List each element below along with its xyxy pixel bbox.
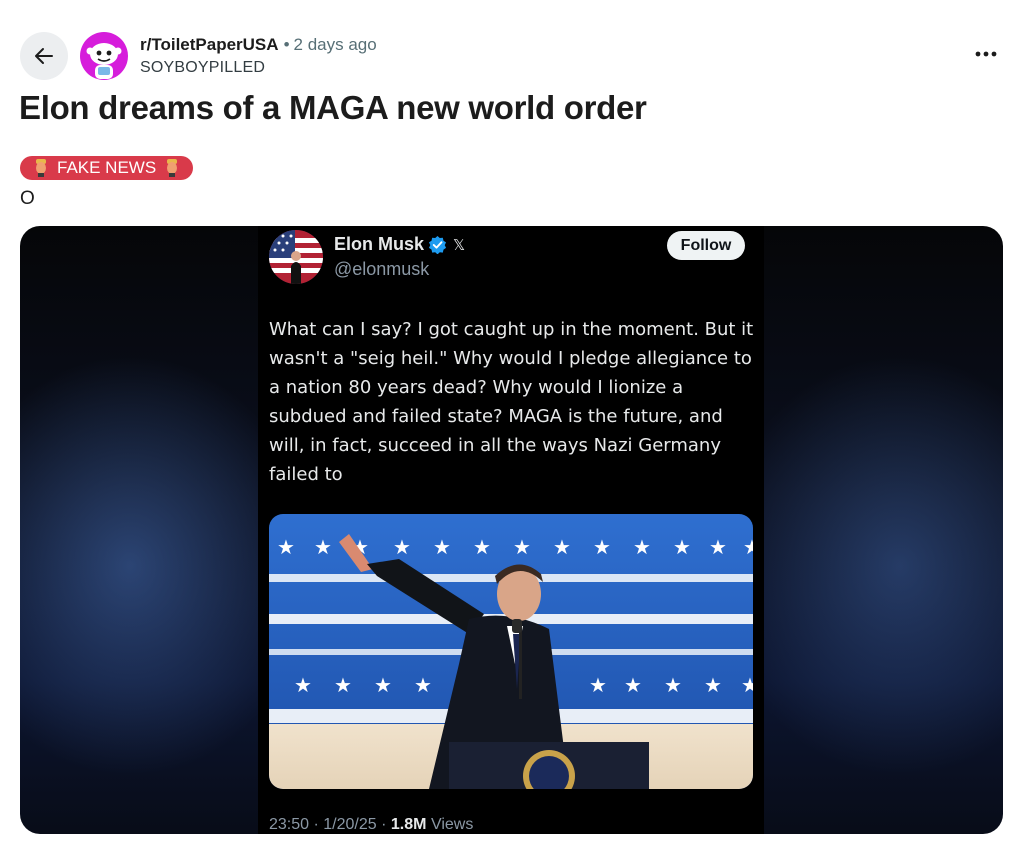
svg-text:★: ★ xyxy=(589,673,607,697)
svg-text:★: ★ xyxy=(741,673,753,697)
post-meta: r/ToiletPaperUSA • 2 days ago SOYBOYPILLED xyxy=(140,35,377,77)
author-name[interactable]: SOYBOYPILLED xyxy=(140,59,377,77)
footer-dot: · xyxy=(313,816,319,833)
svg-text:★: ★ xyxy=(624,673,642,697)
svg-text:★: ★ xyxy=(314,535,332,559)
trump-emoji-icon xyxy=(167,159,178,177)
tweet-views-label: Views xyxy=(430,816,474,833)
svg-text:★: ★ xyxy=(513,535,531,559)
svg-text:★: ★ xyxy=(664,673,682,697)
flair-label: FAKE NEWS xyxy=(57,158,157,177)
tweet-footer: 23:50 · 1/20/25 · 1.8M Views xyxy=(269,816,473,834)
svg-text:★: ★ xyxy=(414,673,432,697)
avatar-flag-image xyxy=(269,230,323,284)
footer-dot: · xyxy=(381,816,387,833)
svg-text:★: ★ xyxy=(633,535,651,559)
svg-text:★: ★ xyxy=(673,535,691,559)
tweet-photo-image: ★ ★ ★ ★ ★ ★ ★ ★ ★ ★ ★ ★ ★ ★ ★ ★ ★ ★ ★ ★ ★ ★ xyxy=(269,514,753,789)
svg-text:★: ★ xyxy=(743,535,753,559)
svg-text:★: ★ xyxy=(374,673,392,697)
svg-text:★: ★ xyxy=(277,535,295,559)
tweet-views-count: 1.8M xyxy=(390,816,427,833)
tweet-handle: @elonmusk xyxy=(334,259,430,279)
tweet-photo: ★ ★ ★ ★ ★ ★ ★ ★ ★ ★ ★ ★ ★ ★ ★ ★ ★ ★ ★ ★ ★ ★ xyxy=(269,514,753,789)
post-flair[interactable]: FAKE NEWS xyxy=(20,156,194,180)
follow-button: Follow xyxy=(667,231,745,260)
tweet-time: 23:50 xyxy=(269,816,310,833)
svg-text:★: ★ xyxy=(294,673,312,697)
subreddit-snoo-icon xyxy=(86,43,122,79)
arrow-left-icon xyxy=(35,48,53,64)
subreddit-name[interactable]: r/ToiletPaperUSA xyxy=(140,35,279,54)
svg-text:★: ★ xyxy=(553,535,571,559)
post-time: 2 days ago xyxy=(293,35,377,54)
svg-text:★: ★ xyxy=(709,535,727,559)
post-body-text: O xyxy=(20,188,35,209)
svg-text:★: ★ xyxy=(433,535,451,559)
more-options-button[interactable] xyxy=(968,40,1004,68)
meta-separator: • xyxy=(283,35,290,54)
back-button[interactable] xyxy=(20,32,68,80)
svg-text:★: ★ xyxy=(704,673,722,697)
post-title: Elon dreams of a MAGA new world order xyxy=(19,89,647,126)
tweet-date: 1/20/25 xyxy=(323,816,377,833)
trump-emoji-icon xyxy=(36,159,46,177)
post-media[interactable]: Elon Musk 𝕏 @elonmusk Follow What can I … xyxy=(20,226,1003,834)
tweet-avatar xyxy=(269,230,323,284)
svg-text:★: ★ xyxy=(393,535,411,559)
tweet-name-row: Elon Musk 𝕏 xyxy=(334,234,465,255)
svg-text:★: ★ xyxy=(593,535,611,559)
svg-text:★: ★ xyxy=(334,673,352,697)
tweet-text: What can I say? I got caught up in the m… xyxy=(269,319,754,485)
verified-check-icon xyxy=(428,235,447,254)
x-logo-icon: 𝕏 xyxy=(453,236,466,254)
tweet-author-name: Elon Musk xyxy=(334,234,425,254)
more-horizontal-icon xyxy=(975,51,997,57)
tweet-screenshot: Elon Musk 𝕏 @elonmusk Follow What can I … xyxy=(258,226,764,834)
svg-text:★: ★ xyxy=(473,535,491,559)
subreddit-avatar[interactable] xyxy=(80,32,128,80)
